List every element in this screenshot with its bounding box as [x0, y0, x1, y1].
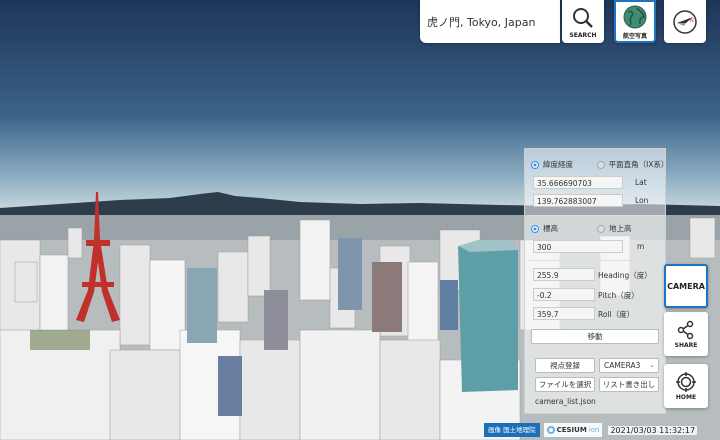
home-button[interactable]: HOME	[664, 364, 708, 408]
heading-field[interactable]: 255.9	[533, 268, 595, 281]
radio-latlon[interactable]	[531, 160, 539, 169]
pitch-field[interactable]: -0.2	[533, 288, 595, 301]
height-mode-elevation[interactable]: 標高	[531, 223, 558, 234]
compass-button[interactable]: N	[664, 0, 706, 43]
coord-mode-plane[interactable]: 平面直角（IX系）	[597, 159, 669, 170]
cesium-icon	[546, 426, 555, 434]
search-box[interactable]	[420, 0, 560, 43]
cesium-logo[interactable]: CESIUM ion	[543, 423, 603, 437]
divider	[529, 260, 661, 261]
chevron-down-icon: ⌄	[649, 361, 655, 369]
roll-field[interactable]: 359.7	[533, 307, 595, 320]
move-button[interactable]: 移動	[531, 329, 659, 344]
compass-icon: N	[673, 9, 697, 34]
timestamp: 2021/03/03 11:32:17	[608, 425, 698, 435]
svg-text:N: N	[690, 18, 694, 24]
file-name: camera_list.json	[535, 397, 596, 406]
share-label: SHARE	[674, 341, 698, 349]
footer: 画像 国土地理院 CESIUM ion 2021/03/03 11:32:17	[484, 420, 720, 440]
height-field[interactable]: 300	[533, 240, 623, 253]
coord-mode-latlon[interactable]: 緯度経度	[531, 159, 573, 170]
camera-select[interactable]: CAMERA3 ⌄	[599, 358, 659, 373]
radio-plane[interactable]	[597, 160, 605, 169]
globe-icon	[623, 5, 647, 28]
camera-panel: 緯度経度 平面直角（IX系） 35.666690703 Lat 139.7628…	[524, 148, 669, 414]
search-icon	[573, 7, 593, 28]
aerial-photo-button[interactable]: 航空写真	[614, 0, 656, 43]
camera-button[interactable]: CAMERA	[664, 264, 708, 308]
camera-label: CAMERA	[667, 281, 705, 291]
share-icon	[677, 320, 694, 339]
lon-unit: Lon	[635, 196, 649, 205]
height-mode-ground[interactable]: 地上高	[597, 223, 632, 234]
divider	[529, 349, 661, 350]
radio-ground[interactable]	[597, 224, 605, 233]
home-icon	[676, 371, 696, 392]
lat-unit: Lat	[635, 178, 647, 187]
lon-field[interactable]: 139.762883007	[533, 194, 623, 207]
heading-unit: Heading（度）	[598, 271, 652, 280]
height-unit: m	[637, 242, 645, 251]
aerial-photo-label: 航空写真	[622, 32, 647, 40]
radio-elevation[interactable]	[531, 224, 539, 233]
roll-unit: Roll（度）	[598, 310, 635, 319]
file-select-button[interactable]: ファイルを選択	[535, 377, 595, 392]
camera-select-value: CAMERA3	[604, 361, 641, 370]
search-button[interactable]: SEARCH	[562, 0, 604, 43]
share-button[interactable]: SHARE	[664, 312, 708, 356]
list-export-button[interactable]: リスト書き出し	[599, 377, 659, 392]
home-label: HOME	[675, 393, 697, 401]
search-input[interactable]	[425, 14, 559, 29]
attribution[interactable]: 画像 国土地理院	[484, 423, 540, 437]
divider	[529, 215, 661, 216]
search-label: SEARCH	[569, 31, 597, 39]
pitch-unit: Pitch（度）	[598, 291, 639, 300]
register-view-button[interactable]: 視点登録	[535, 358, 595, 373]
lat-field[interactable]: 35.666690703	[533, 176, 623, 189]
